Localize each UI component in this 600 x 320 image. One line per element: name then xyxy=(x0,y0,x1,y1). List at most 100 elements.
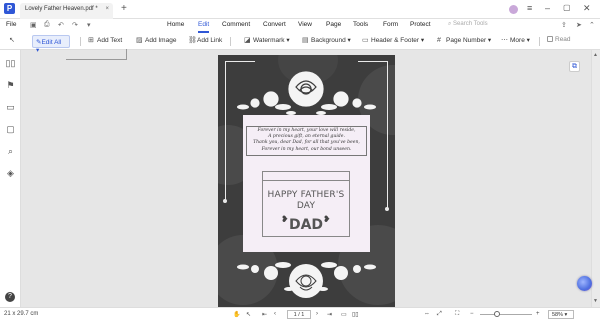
search-tools-input[interactable]: ⌕ Search Tools xyxy=(448,21,516,31)
collapse-ribbon-icon[interactable]: ⌃ xyxy=(589,21,595,29)
layers-icon[interactable]: ◈ xyxy=(5,168,16,179)
more-button[interactable]: ⋯ More ▾ xyxy=(501,36,530,47)
fit-width-icon[interactable]: ⇔ xyxy=(424,311,430,317)
frame-dot-left xyxy=(223,199,227,203)
undo-icon[interactable]: ↶ xyxy=(58,21,64,29)
title-bar: P Lovely Father Heaven.pdf * × + ≡ – ▢ ✕ xyxy=(0,0,600,19)
search-panel-icon[interactable]: ⌕ xyxy=(5,146,16,157)
header-footer-icon: ▭ xyxy=(362,37,369,44)
menu-file[interactable]: File xyxy=(6,21,16,28)
add-image-button[interactable]: ▨ Add Image xyxy=(136,36,176,47)
zoom-level-value: 58% xyxy=(552,312,564,318)
scroll-down-icon[interactable]: ▼ xyxy=(593,298,598,304)
minimize-icon[interactable]: – xyxy=(545,3,550,13)
zoom-level-select[interactable]: 58% ▾ xyxy=(548,310,574,319)
greeting-card-panel[interactable]: Forever in my heart, your love will resi… xyxy=(243,115,370,252)
frame-line-top-left xyxy=(225,61,255,62)
dad-text[interactable]: DAD xyxy=(263,217,349,233)
menu-comment[interactable]: Comment xyxy=(222,21,250,28)
watermark-label: Watermark xyxy=(253,37,285,44)
zoom-in-icon[interactable]: + xyxy=(536,311,540,317)
pages-panel-icon[interactable]: ▯▯ xyxy=(5,58,16,69)
more-label: More xyxy=(510,37,525,44)
read-checkbox-box[interactable] xyxy=(547,36,553,42)
help-icon[interactable]: ? xyxy=(5,292,15,302)
menu-view[interactable]: View xyxy=(298,21,312,28)
redo-icon[interactable]: ↷ xyxy=(72,21,78,29)
select-tool-status-icon[interactable]: ↖ xyxy=(246,311,251,318)
app-logo-icon: P xyxy=(4,3,15,14)
document-tab[interactable]: Lovely Father Heaven.pdf * × xyxy=(20,3,113,19)
zoom-slider[interactable] xyxy=(480,311,532,317)
print-icon[interactable]: ⎙ xyxy=(44,21,50,29)
header-footer-button[interactable]: ▭ Header & Footer ▾ xyxy=(362,36,424,47)
toolbar-divider xyxy=(230,37,231,46)
close-tab-icon[interactable]: × xyxy=(105,6,109,12)
document-page[interactable]: Forever in my heart, your love will resi… xyxy=(218,55,395,307)
menu-edit[interactable]: Edit xyxy=(198,21,210,33)
poem-text[interactable]: Forever in my heart, your love will resi… xyxy=(247,128,366,153)
more-icon: ⋯ xyxy=(501,37,508,44)
bookmark-icon[interactable]: ⚑ xyxy=(5,80,16,91)
read-checkbox[interactable]: Read xyxy=(547,36,571,47)
avatar[interactable] xyxy=(509,5,518,14)
edit-toolbar: ↖ ✎Edit All ▾ ⊞ Add Text ▨ Add Image ⛓Add … xyxy=(0,33,600,54)
zoom-out-icon[interactable]: − xyxy=(470,311,474,317)
happy-fathers-day-text[interactable]: HAPPY FATHER'S DAY xyxy=(263,190,349,212)
new-tab-button[interactable]: + xyxy=(121,3,127,14)
menu-form[interactable]: Form xyxy=(383,21,398,28)
menu-icon[interactable]: ≡ xyxy=(527,3,532,13)
scroll-up-icon[interactable]: ▲ xyxy=(593,52,598,58)
add-text-button[interactable]: ⊞ Add Text xyxy=(88,36,122,47)
background-button[interactable]: ▤ Background ▾ xyxy=(302,36,351,47)
first-page-icon[interactable]: ⇤ xyxy=(262,311,267,318)
page-size-label: 21 x 29.7 cm xyxy=(4,311,39,317)
menu-page[interactable]: Page xyxy=(326,21,341,28)
quick-access-dropdown-icon[interactable]: ▾ xyxy=(87,21,91,29)
hand-tool-icon[interactable]: ↖ xyxy=(9,36,18,47)
top-floral-decoration xyxy=(237,71,376,115)
frame-line-right xyxy=(387,61,388,209)
watermark-button[interactable]: ◪ Watermark ▾ xyxy=(244,36,290,47)
vertical-scrollbar[interactable]: ▲ ▼ xyxy=(591,50,600,307)
background-icon: ▤ xyxy=(302,37,309,44)
send-icon[interactable]: ➤ xyxy=(576,21,582,29)
hand-tool-status-icon[interactable]: ✋ xyxy=(233,311,240,318)
two-page-view-icon[interactable]: ▯▯ xyxy=(352,311,359,318)
previous-page-icon[interactable]: ‹ xyxy=(274,311,276,317)
add-text-icon: ⊞ xyxy=(88,37,94,44)
frame-line-left xyxy=(225,61,226,201)
search-placeholder: Search Tools xyxy=(453,21,488,27)
menu-bar: File ▣ ⎙ ↶ ↷ ▾ Home Edit Comment Convert… xyxy=(0,19,600,33)
menu-convert[interactable]: Convert xyxy=(263,21,286,28)
last-page-icon[interactable]: ⇥ xyxy=(327,311,332,318)
left-sidebar: ▯▯ ⚑ ▭ ▢ ⌕ ◈ xyxy=(0,50,21,307)
edit-all-callout-line xyxy=(66,49,127,60)
side-panel-toggle-icon[interactable]: ⧉ xyxy=(569,61,580,72)
save-icon[interactable]: ▣ xyxy=(30,21,37,29)
header-footer-label: Header & Footer xyxy=(371,37,420,44)
menu-home[interactable]: Home xyxy=(167,21,184,28)
thumbnail-icon[interactable]: ▢ xyxy=(5,124,16,135)
add-link-button[interactable]: ⛓Add Link xyxy=(188,36,222,47)
menu-protect[interactable]: Protect xyxy=(410,21,431,28)
fit-page-icon[interactable]: ⤢ xyxy=(437,311,442,318)
share-icon[interactable]: ⇪ xyxy=(561,21,567,29)
add-text-label: Add Text xyxy=(97,37,123,44)
close-window-icon[interactable]: ✕ xyxy=(583,3,591,14)
comment-icon[interactable]: ▭ xyxy=(5,102,16,113)
toolbar-divider xyxy=(539,37,540,46)
page-number-button[interactable]: # Page Number ▾ xyxy=(437,36,491,47)
ai-assistant-icon[interactable] xyxy=(577,276,592,291)
add-image-label: Add Image xyxy=(145,37,177,44)
maximize-icon[interactable]: ▢ xyxy=(563,3,571,12)
zoom-slider-handle[interactable] xyxy=(493,311,500,317)
full-screen-icon[interactable]: ⛶ xyxy=(455,311,459,318)
edit-all-button[interactable]: ✎Edit All ▾ xyxy=(32,35,70,54)
single-page-view-icon[interactable]: ▭ xyxy=(341,311,347,318)
greeting-box[interactable]: HAPPY FATHER'S DAY ❥ ❥ DAD xyxy=(262,171,350,237)
next-page-icon[interactable]: › xyxy=(316,311,318,317)
page-number-input[interactable]: 1 / 1 xyxy=(287,310,311,319)
add-link-label: Add Link xyxy=(197,37,223,44)
menu-tools[interactable]: Tools xyxy=(353,21,368,28)
